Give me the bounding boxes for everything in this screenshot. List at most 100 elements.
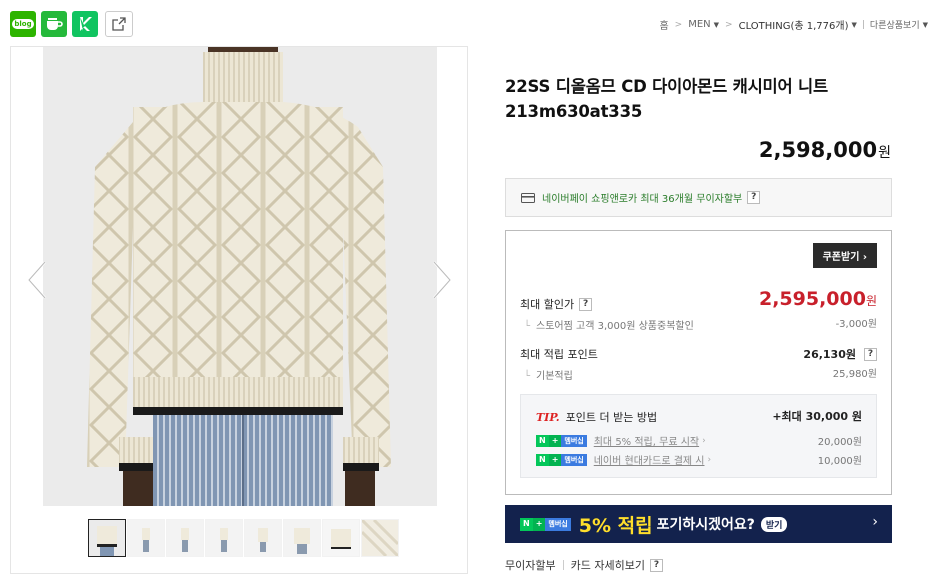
- store-discount-value: -3,000원: [835, 319, 877, 330]
- max-discount-price: 2,595,000원: [759, 288, 877, 310]
- chevron-right-icon: >: [725, 19, 733, 30]
- currency-label: 원: [878, 145, 891, 161]
- points-value-wrap: 26,130원 ?: [803, 346, 877, 362]
- membership-banner[interactable]: N + 멤버십 5% 적립 포기하시겠어요? 받기 ›: [505, 505, 892, 543]
- badge-plus: +: [548, 453, 562, 466]
- tip-title: TIP. 포인트 더 받는 방법: [536, 409, 657, 425]
- credit-card-icon: [521, 192, 535, 203]
- naver-membership-badge: N + 멤버십: [536, 434, 587, 447]
- max-discount-value: 2,595,000: [758, 288, 866, 310]
- caret-down-icon: ▼: [851, 20, 857, 29]
- max-discount-label: 최대 할인가: [520, 298, 575, 311]
- benefit-box: 쿠폰받기 › 최대 할인가 ? 2,595,000원 └ 스토어찜 고객 3,00…: [505, 230, 892, 495]
- product-main-image[interactable]: [43, 47, 437, 506]
- tip-label: TIP.: [536, 410, 560, 424]
- product-price-value: 2,598,000: [758, 138, 878, 162]
- blog-icon: blog: [12, 19, 34, 29]
- blog-share-button[interactable]: blog: [10, 11, 36, 37]
- badge-n: N: [536, 434, 549, 447]
- thumbnail[interactable]: [205, 519, 243, 557]
- banner-get-badge: 받기: [760, 516, 788, 532]
- chevron-right-icon: ›: [872, 514, 878, 530]
- tip-amount: 20,000원: [817, 437, 862, 448]
- points-row: 최대 적립 포인트 26,130원 ? └ 기본적립 25,980원: [520, 346, 877, 382]
- badge-membership: 멤버십: [545, 517, 571, 531]
- tip-link[interactable]: 최대 5% 적립, 무료 시작: [594, 433, 699, 448]
- npay-installment-notice: 네이버페이 쇼핑앤로카 최대 36개월 무이자할부 ?: [505, 178, 892, 217]
- product-price: 2,598,000원: [759, 138, 891, 162]
- help-icon[interactable]: ?: [579, 297, 593, 311]
- currency-label: 원: [865, 294, 877, 308]
- other-products-link[interactable]: 다른상품보기 ▼: [869, 18, 928, 32]
- card-detail-link[interactable]: 카드 자세히보기: [571, 557, 645, 573]
- breadcrumb: 홈 > MEN ▼ > CLOTHING(총 1,776개) ▼ | 다른상품보…: [659, 17, 928, 32]
- chevron-right-icon: ›: [702, 435, 706, 446]
- npay-text: 네이버페이 쇼핑앤로카 최대 36개월 무이자할부: [542, 194, 743, 205]
- breadcrumb-men-label: MEN: [688, 19, 711, 30]
- breadcrumb-home[interactable]: 홈: [659, 17, 668, 32]
- thumbnail[interactable]: [283, 519, 321, 557]
- product-image-panel: [10, 46, 468, 574]
- share-out-icon: [112, 17, 126, 31]
- breadcrumb-clothing-label: CLOTHING(총 1,776개): [738, 21, 849, 32]
- chevron-left-icon[interactable]: [25, 260, 49, 300]
- thumbnail[interactable]: [166, 519, 204, 557]
- tip-line: N + 멤버십 네이버 현대카드로 결제 시 › 10,000원: [536, 452, 862, 467]
- banner-percent: 5% 적립: [578, 514, 653, 537]
- coupon-button[interactable]: 쿠폰받기 ›: [812, 243, 877, 268]
- tip-link[interactable]: 네이버 현대카드로 결제 시: [594, 452, 705, 467]
- thumbnail[interactable]: [244, 519, 282, 557]
- badge-n: N: [520, 517, 533, 531]
- cafe-icon: [47, 18, 63, 30]
- thumbnail[interactable]: [361, 519, 399, 557]
- help-icon[interactable]: ?: [649, 558, 663, 572]
- badge-plus: +: [548, 434, 562, 447]
- k-icon: [80, 17, 92, 31]
- help-icon[interactable]: ?: [864, 347, 877, 361]
- sweater-photo: [43, 47, 437, 506]
- store-discount-text: 스토어찜 고객 3,000원 상품중복할인: [536, 321, 694, 332]
- points-value: 26,130원: [803, 348, 856, 361]
- base-points-line: └ 기본적립: [520, 367, 877, 382]
- k-share-button[interactable]: [72, 11, 98, 37]
- thumbnail-strip: [88, 519, 400, 557]
- payment-links: 무이자할부 카드 자세히보기 ?: [505, 557, 663, 573]
- tree-branch-icon: └: [524, 371, 531, 382]
- naver-membership-badge: N + 멤버십: [536, 453, 587, 466]
- separator: |: [861, 19, 865, 30]
- tip-amount: 10,000원: [817, 456, 862, 467]
- divider: [562, 560, 564, 570]
- badge-membership: 멤버십: [561, 453, 587, 466]
- tree-branch-icon: └: [524, 321, 531, 332]
- chevron-right-icon[interactable]: [430, 260, 454, 300]
- naver-membership-badge: N + 멤버십: [520, 517, 571, 531]
- other-products-label: 다른상품보기: [869, 21, 920, 31]
- banner-text: 포기하시겠어요?: [656, 517, 755, 533]
- caret-down-icon: ▼: [922, 20, 928, 29]
- max-discount-row: 최대 할인가 ? 2,595,000원 └ 스토어찜 고객 3,000원 상품중복…: [520, 288, 877, 332]
- caret-down-icon: ▼: [713, 20, 720, 29]
- breadcrumb-clothing[interactable]: CLOTHING(총 1,776개) ▼: [738, 17, 857, 33]
- badge-membership: 멤버십: [561, 434, 587, 447]
- store-discount-line: └ 스토어찜 고객 3,000원 상품중복할인: [520, 317, 877, 332]
- product-title: 22SS 디올옴므 CD 다이아몬드 캐시미어 니트 213m630at335: [505, 77, 829, 121]
- share-out-button[interactable]: [105, 11, 133, 37]
- chevron-right-icon: >: [674, 19, 683, 30]
- installment-link[interactable]: 무이자할부: [505, 557, 556, 573]
- tip-box: TIP. 포인트 더 받는 방법 +최대 30,000 원 N + 멤버십 최대 5…: [520, 394, 877, 478]
- badge-n: N: [536, 453, 549, 466]
- tip-line: N + 멤버십 최대 5% 적립, 무료 시작 › 20,000원: [536, 433, 862, 448]
- chevron-right-icon: ›: [707, 454, 712, 465]
- base-points-label: 기본적립: [536, 371, 573, 382]
- badge-plus: +: [532, 517, 546, 531]
- help-icon[interactable]: ?: [747, 191, 761, 204]
- tip-max: +최대 30,000 원: [772, 410, 862, 423]
- thumbnail[interactable]: [127, 519, 165, 557]
- breadcrumb-men[interactable]: MEN ▼: [688, 19, 719, 30]
- thumbnail[interactable]: [88, 519, 126, 557]
- cafe-share-button[interactable]: [41, 11, 67, 37]
- tip-title-text: 포인트 더 받는 방법: [565, 411, 658, 424]
- base-points-value: 25,980원: [832, 369, 877, 380]
- thumbnail[interactable]: [322, 519, 360, 557]
- share-bar: blog: [10, 11, 133, 37]
